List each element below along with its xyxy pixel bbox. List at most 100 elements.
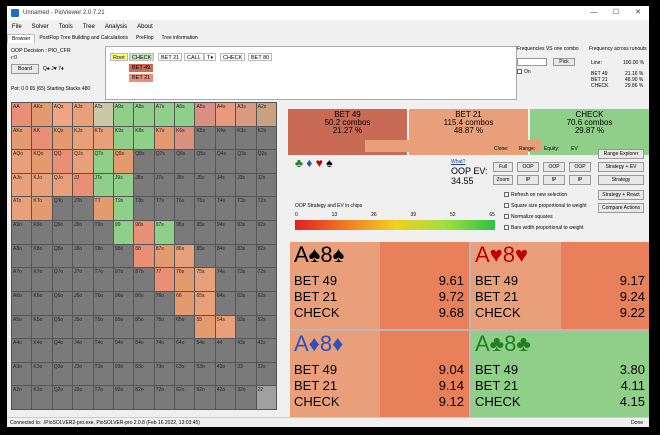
hand-cell[interactable]: 73s — [236, 268, 256, 291]
hand-cell[interactable]: 42o — [215, 386, 236, 409]
hand-cell[interactable]: 74s — [215, 268, 236, 291]
hand-cell[interactable]: 82o — [134, 386, 154, 409]
hand-cell[interactable]: QTs — [93, 150, 113, 173]
hand-cell[interactable]: 32s — [256, 362, 276, 386]
hand-cell[interactable]: T8o — [93, 244, 113, 268]
hand-cell[interactable]: T6s — [175, 197, 195, 221]
hand-cell[interactable]: J3o — [73, 362, 93, 386]
hand-cell[interactable]: Q8o — [52, 244, 73, 268]
hand-cell[interactable]: 94o — [113, 339, 134, 362]
hand-cell[interactable]: 94s — [215, 221, 236, 244]
pick-button[interactable]: Pick — [553, 58, 575, 66]
hand-cell[interactable]: K5o — [32, 315, 52, 339]
hand-cell[interactable]: A6o — [12, 291, 32, 315]
hand-cell[interactable]: K8s — [134, 126, 154, 150]
hand-cell[interactable]: T2o — [93, 386, 113, 409]
minimize-button[interactable]: — — [583, 6, 605, 20]
hand-cell[interactable]: Q8s — [134, 150, 154, 173]
hand-cell[interactable]: 77 — [154, 268, 175, 291]
hand-cell[interactable]: 84o — [134, 339, 154, 362]
hand-cell[interactable]: A9s — [113, 103, 134, 126]
hand-cell[interactable]: 93o — [113, 362, 134, 386]
hand-cell[interactable]: 76o — [154, 291, 175, 315]
equity-ip-button[interactable]: IP — [543, 175, 565, 185]
hand-cell[interactable]: 43s — [236, 339, 256, 362]
hand-cell[interactable]: A8s — [134, 103, 154, 126]
combo-card[interactable]: A♣8♣ BET 49 3.80 BET 21 4.11 CHECK 4.15 — [471, 331, 649, 418]
hand-cell[interactable]: J2s — [256, 173, 276, 197]
tab-preflop[interactable]: PreFlop — [132, 34, 158, 43]
hand-cell[interactable]: AQo — [12, 150, 32, 173]
hand-cell[interactable]: T3s — [236, 197, 256, 221]
hand-cell[interactable]: 65o — [175, 315, 195, 339]
hand-cell[interactable]: A2s — [256, 103, 276, 126]
hand-cell[interactable]: ATs — [93, 103, 113, 126]
hand-cell[interactable]: A3o — [12, 362, 32, 386]
hand-cell[interactable]: J4o — [73, 339, 93, 362]
hand-cell[interactable]: J8o — [73, 244, 93, 268]
hand-cell[interactable]: K7s — [154, 126, 175, 150]
hand-cell[interactable]: A7o — [12, 268, 32, 291]
hand-cell[interactable]: Q5s — [195, 150, 215, 173]
hand-cell[interactable]: AJs — [73, 103, 93, 126]
hand-cell[interactable]: 76s — [175, 268, 195, 291]
tree-node-root[interactable]: Root — [110, 53, 128, 61]
hand-cell[interactable]: 74o — [154, 339, 175, 362]
hand-cell[interactable]: J3s — [236, 173, 256, 197]
hand-cell[interactable]: 55 — [195, 315, 215, 339]
maximize-button[interactable]: ☐ — [605, 6, 627, 20]
menu-about[interactable]: About — [132, 22, 158, 32]
hand-cell[interactable]: AKs — [32, 103, 52, 126]
hand-cell[interactable]: 83s — [236, 244, 256, 268]
hand-cell[interactable]: K7o — [32, 268, 52, 291]
hand-cell[interactable]: 73o — [154, 362, 175, 386]
what-link[interactable]: What? — [451, 159, 465, 165]
hand-cell[interactable]: 33 — [236, 362, 256, 386]
menu-solver[interactable]: Solver — [27, 22, 54, 32]
hand-cell[interactable]: 22 — [256, 386, 276, 409]
hand-cell[interactable]: K4s — [215, 126, 236, 150]
hand-cell[interactable]: 99 — [113, 221, 134, 244]
hand-cell[interactable]: 54o — [195, 339, 215, 362]
hand-cell[interactable]: 85s — [195, 244, 215, 268]
tab-postflop[interactable]: PostFlop Tree Building and Calculations — [35, 34, 132, 43]
on-checkbox[interactable]: On — [517, 69, 531, 75]
hand-cell[interactable]: 96s — [175, 221, 195, 244]
diamond-suit-icon[interactable]: ♦ — [306, 156, 312, 170]
ev-oop-button[interactable]: OOP — [569, 162, 591, 172]
hand-cell[interactable]: 72o — [154, 386, 175, 409]
combo-input[interactable] — [517, 58, 547, 66]
strategy-react-button[interactable]: Strategy + React — [598, 190, 644, 200]
hand-cell[interactable]: T7o — [93, 268, 113, 291]
hand-cell[interactable]: QTo — [52, 197, 73, 221]
hand-cell[interactable]: J7s — [154, 173, 175, 197]
hand-cell[interactable]: 86o — [134, 291, 154, 315]
tree-option-bet21[interactable]: BET 21 — [129, 74, 154, 82]
zoom-button[interactable]: Zoom — [493, 175, 513, 185]
hand-cell[interactable]: 72s — [256, 268, 276, 291]
equity-oop-button[interactable]: OOP — [543, 162, 565, 172]
hand-cell[interactable]: T4s — [215, 197, 236, 221]
hand-cell[interactable]: Q3s — [236, 150, 256, 173]
hand-cell[interactable]: AA — [12, 103, 32, 126]
hand-cell[interactable]: 64o — [175, 339, 195, 362]
hand-cell[interactable]: J2o — [73, 386, 93, 409]
hand-cell[interactable]: A5s — [195, 103, 215, 126]
hand-cell[interactable]: J5s — [195, 173, 215, 197]
hand-cell[interactable]: J6s — [175, 173, 195, 197]
hand-cell[interactable]: J6o — [73, 291, 93, 315]
hand-cell[interactable]: 97s — [154, 221, 175, 244]
hand-cell[interactable]: KJs — [73, 126, 93, 150]
hand-cell[interactable]: 87s — [154, 244, 175, 268]
normalize-checkbox[interactable]: Normalize squares — [504, 214, 553, 220]
hand-cell[interactable]: 92o — [113, 386, 134, 409]
tree-node-bet80[interactable]: BET 80 — [248, 53, 273, 61]
tree-node-call[interactable]: CALL — [184, 53, 204, 61]
hand-cell[interactable]: KTo — [32, 197, 52, 221]
hand-cell[interactable]: J5o — [73, 315, 93, 339]
hand-cell[interactable]: 86s — [175, 244, 195, 268]
combo-card[interactable]: A♦8♦ BET 49 9.04 BET 21 9.14 CHECK 9.12 — [290, 331, 469, 418]
tree-option-bet49[interactable]: BET 49 — [129, 64, 154, 72]
hand-cell[interactable]: 97o — [113, 268, 134, 291]
hand-cell[interactable]: A5o — [12, 315, 32, 339]
